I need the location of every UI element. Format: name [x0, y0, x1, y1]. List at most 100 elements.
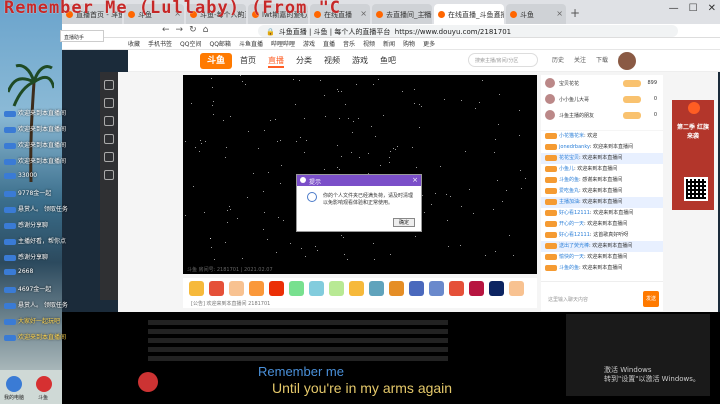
home-icon[interactable]: ⌂ — [203, 25, 209, 35]
gift-item[interactable] — [409, 281, 424, 296]
gift-item[interactable] — [449, 281, 464, 296]
computer-icon[interactable] — [6, 376, 22, 392]
gift-item[interactable] — [269, 281, 284, 296]
reload-icon[interactable]: ↻ — [189, 25, 197, 35]
bookmark-item[interactable]: 斗鱼直播 — [239, 39, 263, 48]
chat-input[interactable]: 这里输入聊天内容 — [545, 292, 629, 306]
gift-item[interactable] — [209, 281, 224, 296]
bookmark-item[interactable]: 音乐 — [343, 39, 355, 48]
browser-tab-active[interactable]: 在线直播_斗鱼直播 × — [434, 4, 504, 24]
user-avatar[interactable] — [618, 52, 636, 70]
bookmark-item[interactable]: 直播 — [323, 39, 335, 48]
gift-item[interactable] — [469, 281, 484, 296]
chat-username[interactable]: 开心的一天 — [559, 221, 584, 227]
chat-message[interactable]: 好心看12111: 这首歌真好听呀 — [541, 230, 663, 241]
bookmark-item[interactable]: QQ邮箱 — [209, 39, 230, 48]
gift-item[interactable] — [249, 281, 264, 296]
chat-message[interactable]: 主播加油: 欢迎来到本直播间 — [541, 197, 663, 208]
bookmark-item[interactable]: 手机书签 — [148, 39, 172, 48]
nav-game[interactable]: 游戏 — [352, 55, 368, 68]
dialog-ok-button[interactable]: 确定 — [393, 218, 415, 227]
chat-username[interactable]: 小花猫花米 — [559, 133, 584, 139]
new-tab-plus-icon[interactable]: + — [570, 6, 580, 20]
rank-row[interactable]: 宝贝花花 899 — [541, 75, 663, 91]
rank-row[interactable]: 斗鱼主播的朋友 0 — [541, 107, 663, 123]
chat-username[interactable]: 主播加油 — [559, 199, 579, 205]
chat-username[interactable]: 斗鱼的鱼 — [559, 265, 579, 271]
browser-tab[interactable]: 斗鱼 × — [506, 4, 566, 24]
chat-message[interactable]: 斗鱼的鱼: 欢迎来到本直播间 — [541, 263, 663, 274]
tab-close-icon[interactable]: × — [360, 9, 367, 18]
minimize-icon[interactable]: — — [669, 3, 679, 14]
chat-username[interactable]: 爱吃鱼丸 — [559, 188, 579, 194]
chat-message[interactable]: 斗鱼的鱼: 感谢来到本直播间 — [541, 175, 663, 186]
dialog-close-icon[interactable]: × — [412, 176, 418, 184]
douyu-search-input[interactable]: 搜索主播/房间/分区 — [468, 53, 538, 67]
forward-arrow-icon[interactable]: → — [176, 25, 184, 35]
sidebar-more-icon[interactable] — [104, 170, 114, 180]
chat-username[interactable]: 愉快的一天 — [559, 254, 584, 260]
bookmark-item[interactable]: 视频 — [363, 39, 375, 48]
maximize-icon[interactable]: ☐ — [689, 3, 698, 14]
bookmark-item[interactable]: QQ空间 — [180, 39, 201, 48]
chat-message[interactable]: 小花猫花米: 欢迎 — [541, 131, 663, 142]
notification-icon[interactable] — [688, 102, 700, 114]
sidebar-home-icon[interactable] — [104, 80, 114, 90]
close-window-icon[interactable]: ✕ — [708, 3, 716, 14]
follow-icon[interactable]: 关注 — [574, 55, 586, 64]
chat-message[interactable]: 愉快的一天: 欢迎来到本直播间 — [541, 252, 663, 263]
douyu-logo[interactable]: 斗鱼 — [200, 53, 232, 69]
chat-message[interactable]: 爱吃鱼丸: 欢迎来到本直播间 — [541, 186, 663, 197]
chat-message[interactable]: 开心的一天: 欢迎来到本直播间 — [541, 219, 663, 230]
gift-item[interactable] — [309, 281, 324, 296]
gift-item[interactable] — [189, 281, 204, 296]
gift-item[interactable] — [509, 281, 524, 296]
gift-item[interactable] — [389, 281, 404, 296]
bookmark-item[interactable]: 游戏 — [303, 39, 315, 48]
gift-item[interactable] — [349, 281, 364, 296]
douyu-app-icon[interactable] — [36, 376, 52, 392]
chat-username[interactable]: 小鱼儿 — [559, 166, 574, 172]
history-icon[interactable]: 历史 — [552, 55, 564, 64]
chat-message[interactable]: 花花宝贝: 欢迎来到本直播间 — [541, 153, 663, 164]
sidebar-game-icon[interactable] — [104, 152, 114, 162]
chat-message[interactable]: 好心看12111: 欢迎来到本直播间 — [541, 208, 663, 219]
download-icon[interactable]: 下载 — [596, 55, 608, 64]
bookmark-item[interactable]: 哔哩哔哩 — [271, 39, 295, 48]
nav-home[interactable]: 首页 — [240, 55, 256, 68]
nav-yuba[interactable]: 鱼吧 — [380, 55, 396, 68]
sidebar-video-icon[interactable] — [104, 134, 114, 144]
gift-item[interactable] — [489, 281, 504, 296]
nav-live[interactable]: 直播 — [268, 55, 284, 68]
chat-username[interactable]: 好心看12111 — [559, 232, 590, 238]
gift-item[interactable] — [329, 281, 344, 296]
app-shortcut-icon[interactable] — [138, 372, 158, 392]
gift-item[interactable] — [289, 281, 304, 296]
bookmark-item[interactable]: 购物 — [403, 39, 415, 48]
bookmark-item[interactable]: 更多 — [423, 39, 435, 48]
chat-username[interactable]: jonedrbanky — [559, 144, 590, 150]
chat-username[interactable]: 好心看12111 — [559, 210, 590, 216]
tab-close-icon[interactable]: × — [556, 9, 563, 18]
sidebar-follow-icon[interactable] — [104, 98, 114, 108]
chat-message[interactable]: 送出了荧光棒: 欢迎来到本直播间 — [541, 241, 663, 252]
tool-window-title[interactable]: 直播助手 — [60, 30, 104, 42]
chat-username[interactable]: 送出了荧光棒 — [559, 243, 589, 249]
chat-message[interactable]: jonedrbanky: 欢迎来到本直播间 — [541, 142, 663, 153]
sidebar-category-icon[interactable] — [104, 116, 114, 126]
gift-item[interactable] — [369, 281, 384, 296]
browser-tab[interactable]: 去直播间_主播 × — [372, 4, 432, 24]
chat-username[interactable]: 斗鱼的鱼 — [559, 177, 579, 183]
bookmark-item[interactable]: 收藏 — [128, 39, 140, 48]
nav-video[interactable]: 视频 — [324, 55, 340, 68]
url-field[interactable]: 🔒 斗鱼直播 | 斗鱼 | 每个人的直播平台 https://www.douyu.… — [258, 25, 678, 37]
chat-message[interactable]: 小鱼儿: 欢迎来到本直播间 — [541, 164, 663, 175]
gift-item[interactable] — [229, 281, 244, 296]
chat-username[interactable]: 花花宝贝 — [559, 155, 579, 161]
send-button[interactable]: 发送 — [643, 291, 659, 307]
gift-item[interactable] — [429, 281, 444, 296]
nav-category[interactable]: 分类 — [296, 55, 312, 68]
back-arrow-icon[interactable]: ← — [162, 25, 170, 35]
tab-close-icon[interactable]: × — [494, 9, 501, 18]
bookmark-item[interactable]: 新闻 — [383, 39, 395, 48]
